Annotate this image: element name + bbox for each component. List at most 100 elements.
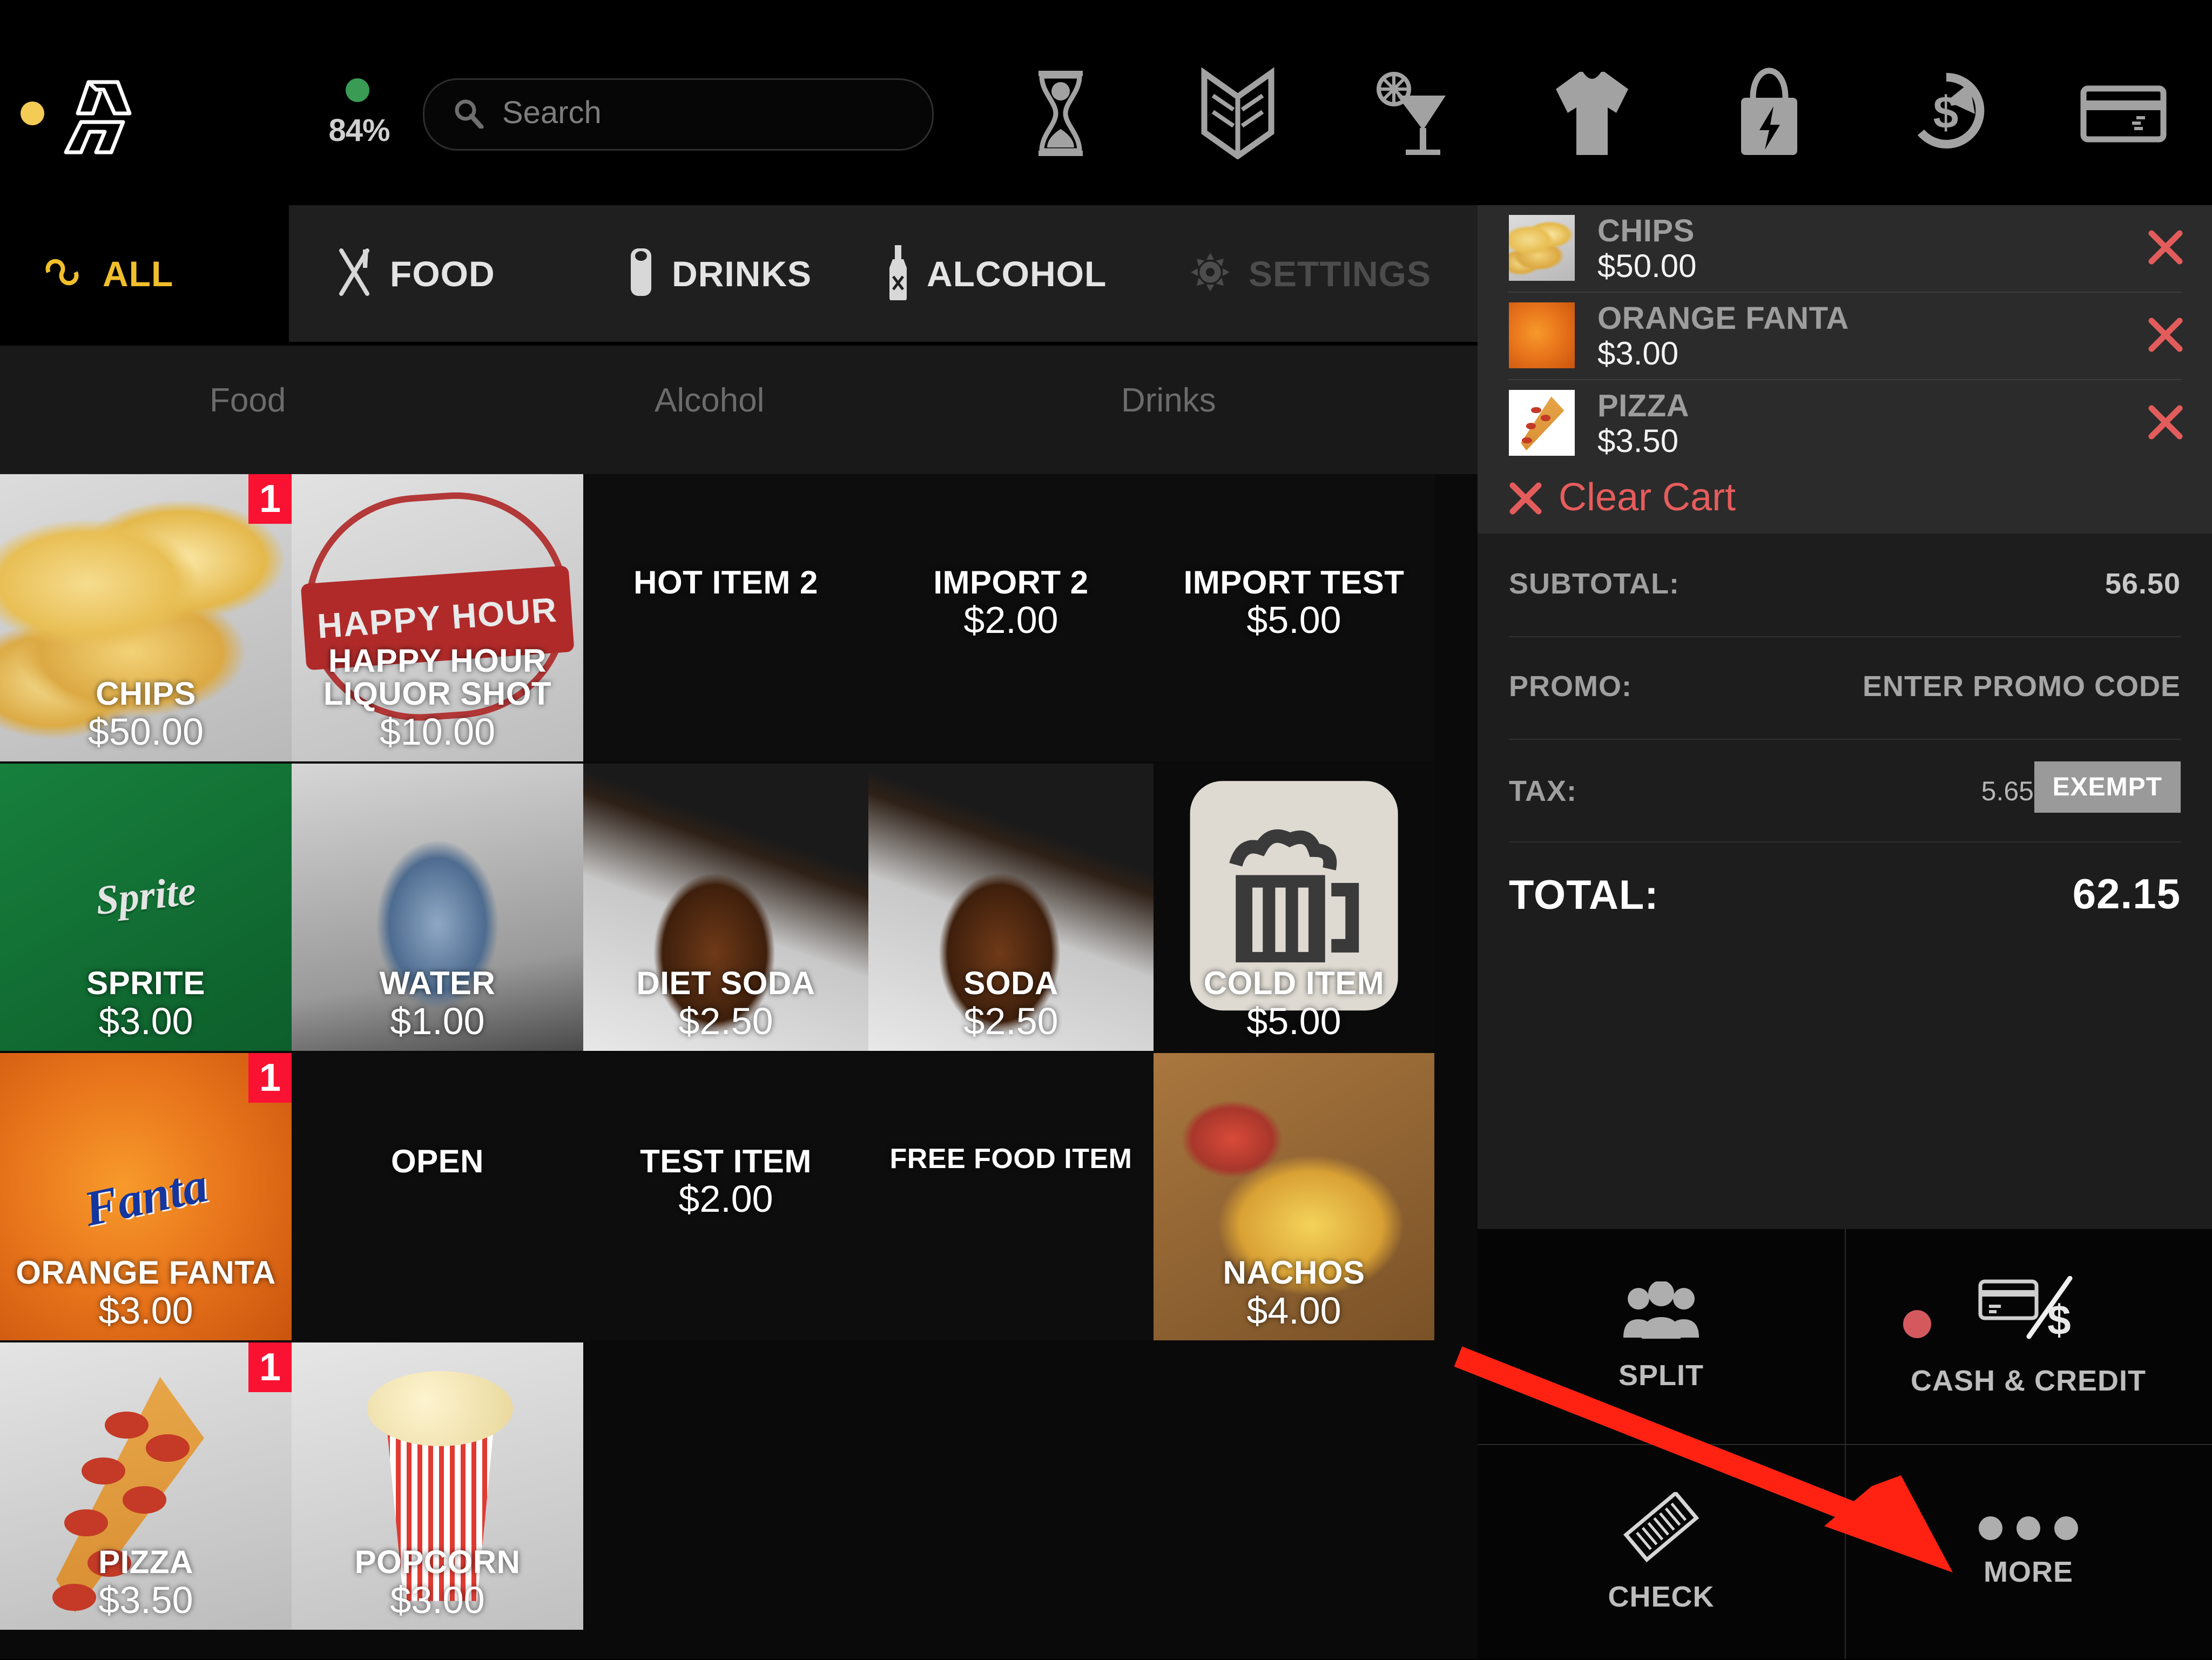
cart-item-thumbnail bbox=[1509, 390, 1575, 456]
ellipsis-icon bbox=[1979, 1516, 2078, 1540]
product-name: IMPORT TEST bbox=[1183, 564, 1405, 600]
product-name: ORANGE FANTA bbox=[16, 1254, 276, 1291]
product-price: $2.50 bbox=[963, 1000, 1058, 1042]
check-button[interactable]: CHECK bbox=[1478, 1445, 1845, 1660]
product-tile-water[interactable]: WATER $1.00 bbox=[292, 764, 583, 1051]
subheader-drinks[interactable]: Drinks bbox=[1121, 381, 1216, 420]
product-qty-badge: 1 bbox=[248, 1053, 292, 1103]
more-button[interactable]: MORE bbox=[1845, 1445, 2212, 1660]
product-tile-popcorn[interactable]: POPCORN $3.00 bbox=[292, 1342, 583, 1630]
tab-settings[interactable]: SETTINGS bbox=[1188, 205, 1431, 342]
product-price: $2.00 bbox=[678, 1178, 773, 1220]
product-name: COLD ITEM bbox=[1203, 965, 1385, 1002]
tab-all[interactable]: ALL bbox=[38, 205, 173, 342]
shopping-bag-bolt-icon[interactable] bbox=[1681, 54, 1858, 173]
product-tile-import-2[interactable]: IMPORT 2 $2.00 bbox=[868, 474, 1154, 761]
status-dot bbox=[21, 102, 44, 125]
product-price: $50.00 bbox=[87, 710, 204, 753]
tab-label-settings: SETTINGS bbox=[1249, 253, 1432, 294]
promo-value[interactable]: ENTER PROMO CODE bbox=[1863, 670, 2181, 703]
product-price: $10.00 bbox=[379, 710, 496, 753]
pos-app-window: 84% Search $ ALL FOOD DRINKS ALCOHOL SET… bbox=[0, 0, 2212, 1659]
product-tile-test-item[interactable]: TEST ITEM $2.00 bbox=[583, 1053, 868, 1340]
product-name: TEST ITEM bbox=[640, 1143, 812, 1179]
product-tile-sprite[interactable]: Sprite SPRITE $3.00 bbox=[0, 764, 292, 1051]
dollar-refresh-icon[interactable]: $ bbox=[1858, 54, 2035, 173]
cart-row-chips[interactable]: CHIPS $50.00 bbox=[1478, 205, 2212, 292]
product-tile-nachos[interactable]: NACHOS $4.00 bbox=[1154, 1053, 1434, 1340]
remove-item-icon[interactable] bbox=[2147, 316, 2184, 353]
connection-status-dot bbox=[346, 78, 369, 102]
cash-and-credit-label: CASH & CREDIT bbox=[1910, 1364, 2146, 1397]
remove-item-icon[interactable] bbox=[2147, 229, 2184, 266]
product-tile-pizza[interactable]: 1 PIZZA $3.50 bbox=[0, 1342, 292, 1630]
product-price: $5.00 bbox=[1246, 599, 1341, 642]
product-tile-hot-item-2[interactable]: HOT ITEM 2 bbox=[583, 474, 868, 761]
product-tile-cold-item[interactable]: COLD ITEM $5.00 bbox=[1154, 764, 1434, 1051]
product-grid-row: Fanta 1 ORANGE FANTA $3.00 OPEN TEST ITE… bbox=[0, 1053, 1434, 1340]
svg-text:$: $ bbox=[2047, 1296, 2071, 1344]
top-bar: 84% Search $ bbox=[0, 0, 2212, 194]
tab-drinks[interactable]: DRINKS bbox=[626, 205, 812, 342]
product-name: OPEN bbox=[390, 1143, 484, 1179]
cart-item-list: CHIPS $50.00 ORANGE FANTA $3.00 PIZZA $3… bbox=[1478, 205, 2212, 464]
cart-totals: SUBTOTAL: 56.50 PROMO: ENTER PROMO CODE … bbox=[1478, 534, 2212, 1229]
infinity-icon bbox=[38, 258, 86, 289]
cash-and-credit-button[interactable]: $ CASH & CREDIT bbox=[1845, 1229, 2212, 1444]
cart-item-name: ORANGE FANTA bbox=[1597, 301, 1849, 336]
fork-knife-icon bbox=[335, 246, 374, 301]
product-tile-free-food-item[interactable]: FREE FOOD ITEM bbox=[868, 1053, 1154, 1340]
subheader-food[interactable]: Food bbox=[210, 381, 286, 420]
cart-item-name: PIZZA bbox=[1597, 388, 1690, 423]
total-row: TOTAL: 62.15 bbox=[1478, 841, 2212, 960]
tab-food[interactable]: FOOD bbox=[335, 205, 495, 342]
app-logo[interactable] bbox=[57, 76, 133, 157]
open-book-icon[interactable] bbox=[1149, 54, 1326, 173]
search-input[interactable] bbox=[423, 78, 934, 151]
subtotal-value: 56.50 bbox=[2105, 568, 2181, 600]
gear-icon bbox=[1188, 250, 1232, 297]
tab-alcohol[interactable]: ALCOHOL bbox=[886, 205, 1107, 342]
receipt-icon bbox=[1621, 1490, 1702, 1565]
remove-item-icon[interactable] bbox=[2147, 404, 2184, 441]
split-label: SPLIT bbox=[1618, 1359, 1704, 1392]
cart-item-name: CHIPS bbox=[1597, 213, 1695, 248]
product-price: $3.00 bbox=[98, 1289, 193, 1332]
clear-cart-button[interactable]: Clear Cart bbox=[1478, 464, 2212, 534]
cart-row-pizza[interactable]: PIZZA $3.50 bbox=[1478, 380, 2212, 467]
hourglass-icon[interactable] bbox=[972, 54, 1149, 173]
product-name: NACHOS bbox=[1223, 1254, 1365, 1291]
credit-card-icon[interactable] bbox=[2035, 54, 2212, 173]
tax-row: TAX: 5.65 EXEMPT bbox=[1478, 739, 2212, 841]
tax-exempt-button[interactable]: EXEMPT bbox=[2034, 761, 2181, 813]
product-tile-happy-hour-liquor-shot[interactable]: HAPPY HOUR HAPPY HOUR LIQUOR SHOT $10.00 bbox=[292, 474, 583, 761]
product-name: SODA bbox=[963, 965, 1058, 1002]
product-name: PIZZA bbox=[98, 1544, 193, 1581]
people-group-icon bbox=[1618, 1280, 1704, 1344]
total-value: 62.15 bbox=[2072, 870, 2181, 917]
product-tile-soda[interactable]: SODA $2.50 bbox=[868, 764, 1154, 1051]
close-icon bbox=[1509, 482, 1542, 515]
product-tile-diet-soda[interactable]: DIET SODA $2.50 bbox=[583, 764, 868, 1051]
product-tile-chips[interactable]: 1 CHIPS $50.00 bbox=[0, 474, 292, 761]
product-tile-import-test[interactable]: IMPORT TEST $5.00 bbox=[1154, 474, 1434, 761]
category-subheader: Food Alcohol Drinks bbox=[0, 346, 1480, 475]
split-button[interactable]: SPLIT bbox=[1478, 1229, 1845, 1444]
tshirt-icon[interactable] bbox=[1503, 54, 1681, 173]
product-name: POPCORN bbox=[354, 1544, 521, 1581]
card-slash-dollar-icon: $ bbox=[1977, 1276, 2080, 1349]
product-price: $3.50 bbox=[98, 1578, 193, 1621]
product-qty-badge: 1 bbox=[248, 474, 292, 524]
promo-row[interactable]: PROMO: ENTER PROMO CODE bbox=[1478, 636, 2212, 739]
product-tile-open[interactable]: OPEN bbox=[292, 1053, 583, 1340]
product-grid-row: 1 PIZZA $3.50 POPCORN $3.00 bbox=[0, 1342, 1434, 1630]
bottle-icon bbox=[886, 244, 911, 303]
cocktail-icon[interactable] bbox=[1326, 54, 1503, 173]
tax-label: TAX: bbox=[1509, 775, 1577, 807]
cart-row-orange-fanta[interactable]: ORANGE FANTA $3.00 bbox=[1478, 293, 2212, 379]
product-price: $3.00 bbox=[98, 1000, 193, 1042]
product-tile-orange-fanta[interactable]: Fanta 1 ORANGE FANTA $3.00 bbox=[0, 1053, 292, 1340]
soda-can-icon bbox=[626, 245, 656, 302]
subheader-alcohol[interactable]: Alcohol bbox=[655, 381, 764, 420]
search-icon bbox=[453, 97, 484, 130]
